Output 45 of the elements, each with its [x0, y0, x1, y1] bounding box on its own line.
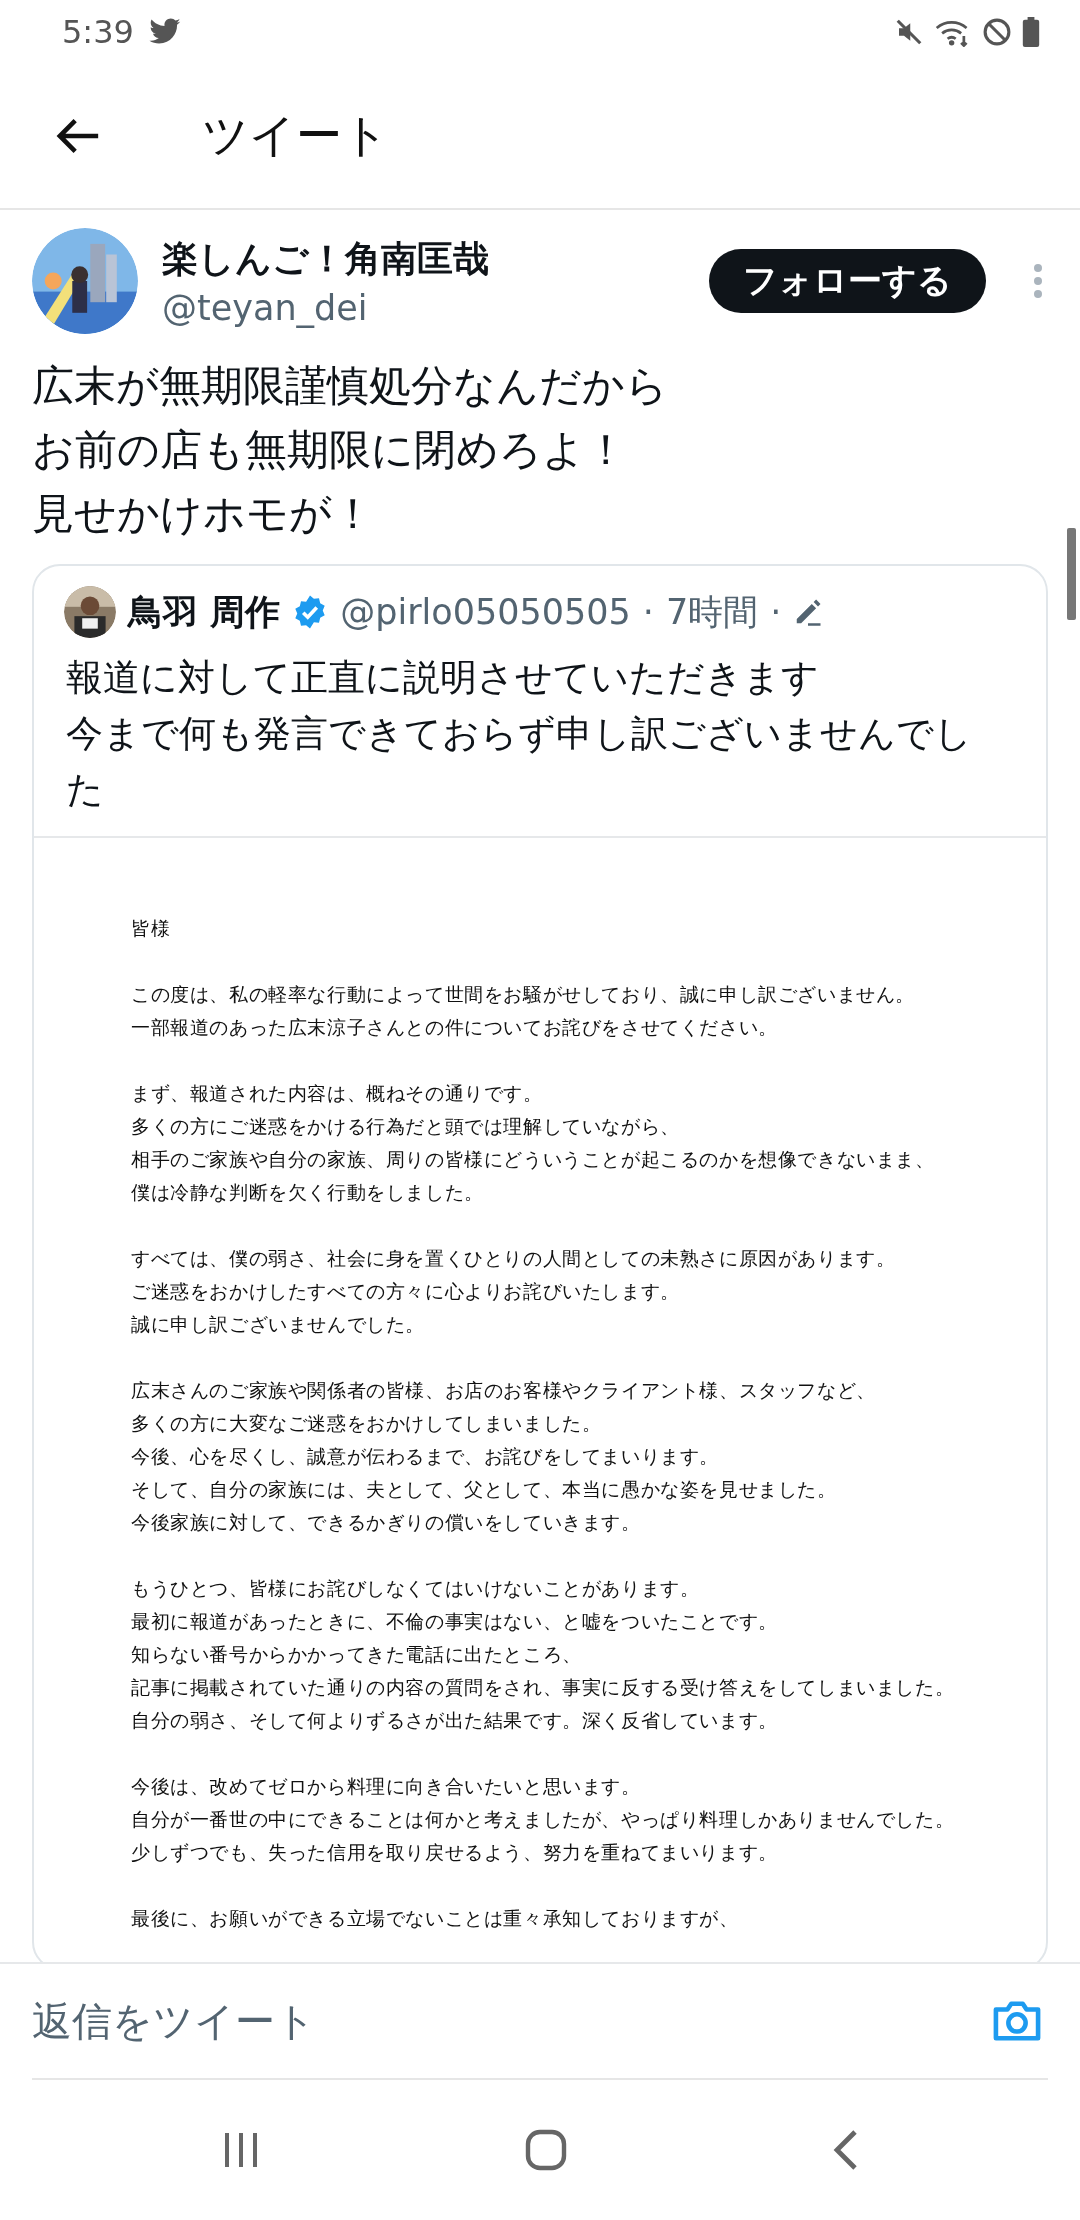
document-line: ご迷惑をおかけしたすべての方々に心よりお詫びいたします。 [131, 1279, 680, 1304]
document-line: 相手のご家族や自分の家族、周りの皆様にどういうことが起こるのかを想像できないまま、 [131, 1147, 935, 1172]
separator-dot: · [642, 592, 654, 632]
document-line: まず、報道された内容は、概ねその通りです。 [131, 1081, 543, 1106]
battery-icon [1022, 17, 1040, 47]
document-line: 皆様 [131, 916, 171, 941]
page-title: ツイート [202, 107, 389, 164]
document-line: 自分の弱さ、そして何よりずるさが出た結果です。深く反省しています。 [131, 1708, 778, 1733]
document-line: この度は、私の軽率な行動によって世間をお騒がせしており、誠に申し訳ございません。 [131, 982, 915, 1007]
quoted-author-name: 鳥羽 周作 [128, 590, 281, 634]
document-line: 多くの方に大変なご迷惑をおかけしてしまいました。 [131, 1411, 602, 1436]
quoted-tweet-text: 今まで何も発言できておらず申し訳ございませんでした [66, 711, 973, 813]
mute-icon [894, 17, 924, 47]
document-line: 今後は、改めてゼロから料理に向き合いたいと思います。 [131, 1774, 641, 1799]
tweet-text-line: お前の店も無期限に閉めろよ！ [32, 424, 627, 476]
document-line: 知らない番号からかかってきた電話に出たところ、 [131, 1642, 582, 1667]
document-line: 自分が一番世の中にできることは何かと考えましたが、やっぱり料理しかありませんでした。 [131, 1807, 955, 1832]
author-handle: @teyan_dei [162, 287, 369, 328]
author-name: 楽しんご！角南匡哉 [162, 236, 490, 281]
document-line: 記事に掲載されていた通りの内容の質問をされ、事実に反する受け答えをしてしまいました。 [131, 1675, 955, 1700]
reply-input-field[interactable]: 返信をツイート [32, 1998, 992, 2044]
document-line: 誠に申し訳ございませんでした。 [131, 1312, 425, 1337]
document-line: 一部報道のあった広末涼子さんとの件についてお詫びをさせてください。 [131, 1015, 778, 1040]
tweet-text-line: 広末が無期限謹慎処分なんだから [32, 360, 668, 412]
document-line: そして、自分の家族には、夫として、父として、本当に愚かな姿を見せました。 [131, 1477, 837, 1502]
document-line: 今後家族に対して、できるかぎりの償いをしていきます。 [131, 1510, 641, 1535]
quoted-tweet-text: 報道に対して正直に説明させていただきます [66, 655, 819, 701]
document-line: もうひとつ、皆様にお詫びしなくてはいけないことがあります。 [131, 1576, 700, 1601]
home-button[interactable] [524, 2128, 568, 2172]
tweet-time: 7時間 [665, 590, 759, 634]
follow-button[interactable]: フォローする [709, 249, 986, 313]
document-line: 最後に、お願いができる立場でないことは重々承知しておりますが、 [131, 1906, 739, 1931]
clock-time: 5:39 [62, 13, 134, 51]
camera-button[interactable] [992, 1998, 1042, 2044]
document-line: 広末さんのご家族や関係者の皆様、お店のお客様やクライアント様、スタッフなど、 [131, 1378, 876, 1403]
document-line: 今後、心を尽くし、誠意が伝わるまで、お詫びをしてまいります。 [131, 1444, 719, 1469]
tweet-text-line: 見せかけホモが！ [32, 488, 374, 540]
do-not-disturb-icon [982, 17, 1012, 47]
document-line: 少しずつでも、失った信用を取り戻せるよう、努力を重ねてまいります。 [131, 1840, 778, 1865]
quoted-author-handle: @pirlo05050505 [340, 592, 631, 632]
document-line: すべては、僕の弱さ、社会に身を置くひとりの人間としての未熟さに原因があります。 [131, 1246, 896, 1271]
separator-dot: · [770, 592, 782, 632]
document-line: 最初に報道があったときに、不倫の事実はない、と嘘をついたことです。 [131, 1609, 778, 1634]
document-line: 多くの方にご迷惑をかける行為だと頭では理解していながら、 [131, 1114, 680, 1139]
document-line: 僕は冷静な判断を欠く行動をしました。 [131, 1180, 484, 1205]
